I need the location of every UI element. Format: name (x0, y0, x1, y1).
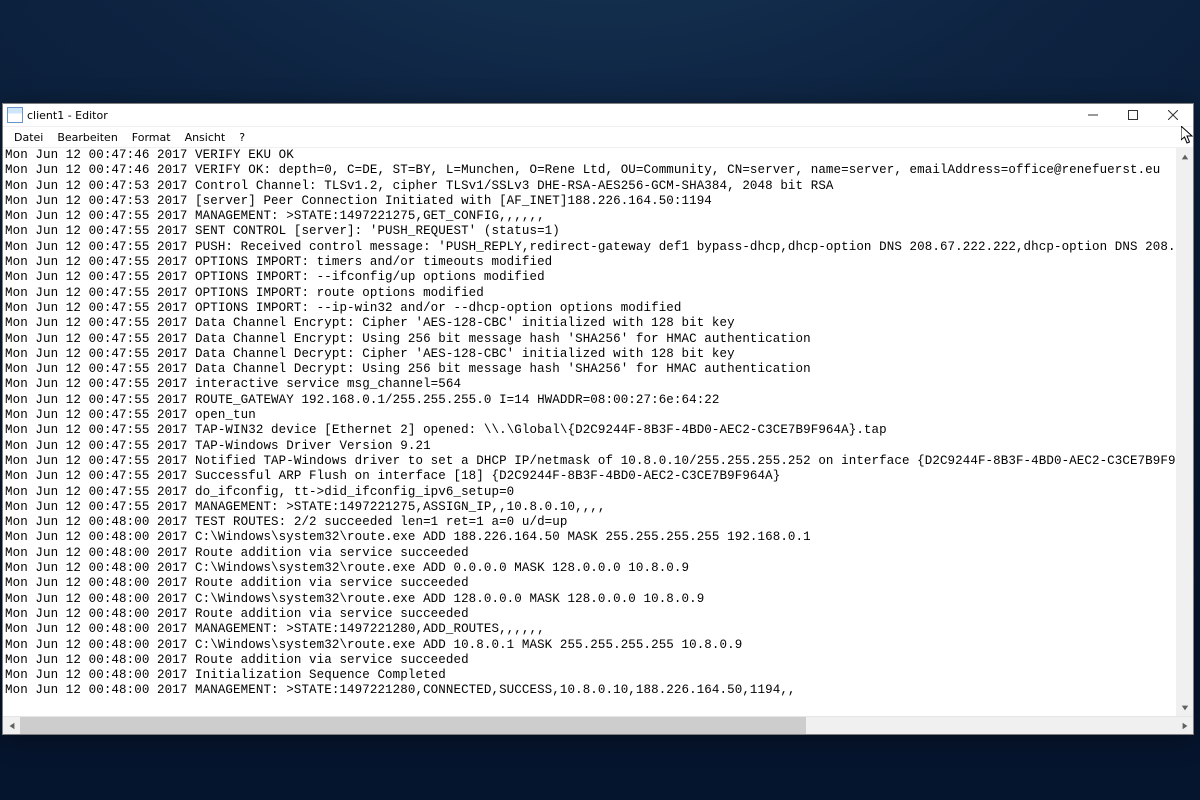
maximize-button[interactable] (1113, 104, 1153, 126)
notepad-window: client1 - Editor Datei Bearbeiten Format… (2, 103, 1194, 735)
titlebar[interactable]: client1 - Editor (3, 104, 1193, 127)
menubar: Datei Bearbeiten Format Ansicht ? (3, 127, 1193, 148)
horizontal-scroll-thumb[interactable] (20, 717, 806, 734)
scroll-down-button[interactable] (1176, 699, 1193, 716)
window-title: client1 - Editor (27, 109, 1073, 122)
menu-format[interactable]: Format (125, 129, 178, 146)
scroll-left-button[interactable] (3, 717, 20, 734)
scroll-up-button[interactable] (1176, 148, 1193, 165)
close-button[interactable] (1153, 104, 1193, 126)
horizontal-scroll-track[interactable] (20, 717, 1176, 734)
minimize-button[interactable] (1073, 104, 1113, 126)
menu-datei[interactable]: Datei (7, 129, 50, 146)
menu-ansicht[interactable]: Ansicht (178, 129, 233, 146)
horizontal-scrollbar[interactable] (3, 716, 1193, 734)
window-controls (1073, 104, 1193, 126)
vertical-scroll-track[interactable] (1176, 165, 1193, 699)
vertical-scrollbar[interactable] (1176, 148, 1193, 716)
menu-hilfe[interactable]: ? (232, 129, 252, 146)
text-area[interactable]: Mon Jun 12 00:47:46 2017 VERIFY EKU OK M… (3, 148, 1193, 699)
menu-bearbeiten[interactable]: Bearbeiten (50, 129, 124, 146)
scroll-right-button[interactable] (1176, 717, 1193, 734)
text-area-container: Mon Jun 12 00:47:46 2017 VERIFY EKU OK M… (3, 148, 1193, 716)
notepad-icon (7, 107, 23, 123)
